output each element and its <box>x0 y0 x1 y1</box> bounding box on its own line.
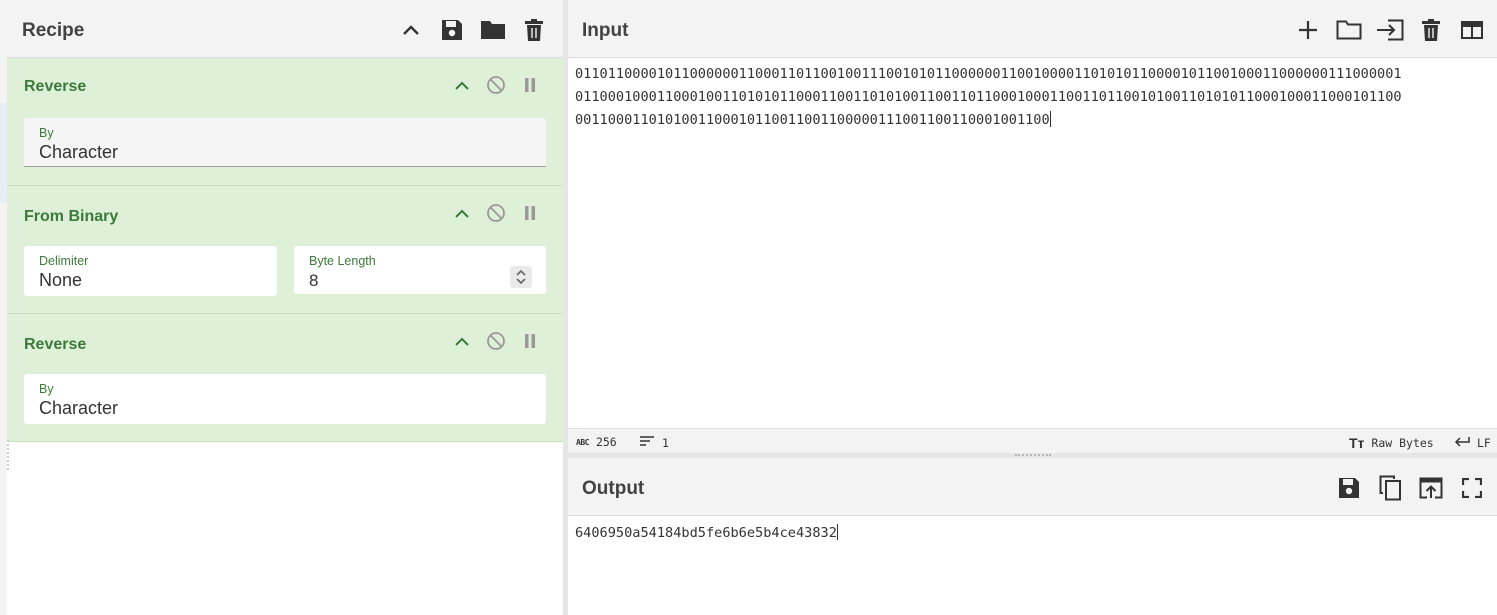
recipe-toolbar <box>390 16 554 44</box>
field-label: Delimiter <box>39 254 89 268</box>
field-label: Byte Length <box>309 254 376 268</box>
fullscreen-icon[interactable] <box>1451 474 1492 502</box>
operation-title: Reverse <box>24 78 87 95</box>
output-panel: Output 6406950a54184bd5fe6b6e5b4ce43832 <box>568 458 1497 615</box>
input-line: 0110110000101100000011000110110010011100… <box>575 66 1402 82</box>
char-count-value: 256 <box>595 435 617 449</box>
disable-icon[interactable] <box>479 330 513 352</box>
layout-icon[interactable] <box>1451 16 1492 44</box>
return-icon <box>1454 435 1470 450</box>
eol-value: LF <box>1477 435 1491 450</box>
plus-icon[interactable] <box>1287 16 1328 44</box>
copy-icon[interactable] <box>1369 474 1410 502</box>
trash-icon[interactable] <box>513 16 554 44</box>
encoding-selector[interactable]: Tт Raw Bytes <box>1349 435 1434 451</box>
recipe-header: Recipe <box>7 0 563 58</box>
char-count: ABC 256 <box>576 435 617 449</box>
text-size-icon: Tт <box>1349 435 1365 451</box>
line-count: 1 <box>639 435 669 450</box>
input-header: Input <box>568 0 1497 58</box>
input-title: Input <box>582 20 629 41</box>
text-cursor <box>1049 111 1051 127</box>
output-toolbar <box>1328 474 1492 502</box>
input-text-area[interactable]: 0110110000101100000011000110110010011100… <box>575 63 1490 132</box>
chevron-up-icon[interactable] <box>445 74 479 96</box>
field-value: Character <box>39 142 119 162</box>
stepper-icon[interactable] <box>510 266 532 288</box>
recipe-title: Recipe <box>22 20 85 41</box>
encoding-value: Raw Bytes <box>1371 436 1434 450</box>
operation-controls <box>445 330 547 352</box>
trash-icon[interactable] <box>1410 16 1451 44</box>
operation-from-binary: From Binary Delimiter None Byte Length 8 <box>7 186 563 314</box>
input-line-text: 0011000110101001100010110011001100000111… <box>575 112 1050 128</box>
line-count-value: 1 <box>662 435 669 450</box>
by-field[interactable]: By Character <box>24 374 546 424</box>
save-icon[interactable] <box>1328 474 1369 502</box>
byte-length-field[interactable]: Byte Length 8 <box>294 246 546 294</box>
delimiter-field[interactable]: Delimiter None <box>24 246 277 296</box>
disable-icon[interactable] <box>479 202 513 224</box>
save-icon[interactable] <box>431 16 472 44</box>
pause-icon[interactable] <box>513 202 547 224</box>
folder-icon[interactable] <box>1328 16 1369 44</box>
field-value: None <box>39 270 83 290</box>
input-status-bar: ABC 256 1 Tт Raw Bytes LF <box>568 428 1497 454</box>
replace-input-icon[interactable] <box>1410 474 1451 502</box>
output-text-area[interactable]: 6406950a54184bd5fe6b6e5b4ce43832 <box>575 522 1490 545</box>
input-line-last: 0011000110101001100010110011001100000111… <box>575 109 1490 132</box>
operation-controls <box>445 202 547 224</box>
output-value: 6406950a54184bd5fe6b6e5b4ce43832 <box>575 525 837 541</box>
chevron-up-icon[interactable] <box>445 330 479 352</box>
import-icon[interactable] <box>1369 16 1410 44</box>
input-toolbar <box>1287 16 1492 44</box>
output-title: Output <box>582 478 645 499</box>
operation-title: From Binary <box>24 208 119 225</box>
recipe-panel: Recipe Reverse By Character From Binary … <box>7 0 564 615</box>
operation-controls <box>445 74 547 96</box>
input-panel: Input 0110110000101100000011000110110010… <box>568 0 1497 454</box>
resize-handle[interactable] <box>7 440 10 470</box>
input-line: 0110001000110001001101010110001100110101… <box>575 89 1402 105</box>
operation-title: Reverse <box>24 336 87 353</box>
by-field[interactable]: By Character <box>24 118 546 167</box>
field-label: By <box>39 126 54 140</box>
folder-icon[interactable] <box>472 16 513 44</box>
lines-icon <box>639 435 655 450</box>
edge-highlight <box>0 103 7 203</box>
text-cursor <box>836 524 838 540</box>
eol-selector[interactable]: LF <box>1454 435 1491 450</box>
abc-icon: ABC <box>576 437 589 447</box>
chevron-up-icon[interactable] <box>445 202 479 224</box>
field-label: By <box>39 382 54 396</box>
field-value: 8 <box>309 271 319 290</box>
chevron-up-icon[interactable] <box>390 16 431 44</box>
output-header: Output <box>568 458 1497 516</box>
pause-icon[interactable] <box>513 330 547 352</box>
pause-icon[interactable] <box>513 74 547 96</box>
operation-reverse-2: Reverse By Character <box>7 314 563 442</box>
disable-icon[interactable] <box>479 74 513 96</box>
field-value: Character <box>39 398 119 418</box>
operation-reverse-1: Reverse By Character <box>7 58 563 186</box>
